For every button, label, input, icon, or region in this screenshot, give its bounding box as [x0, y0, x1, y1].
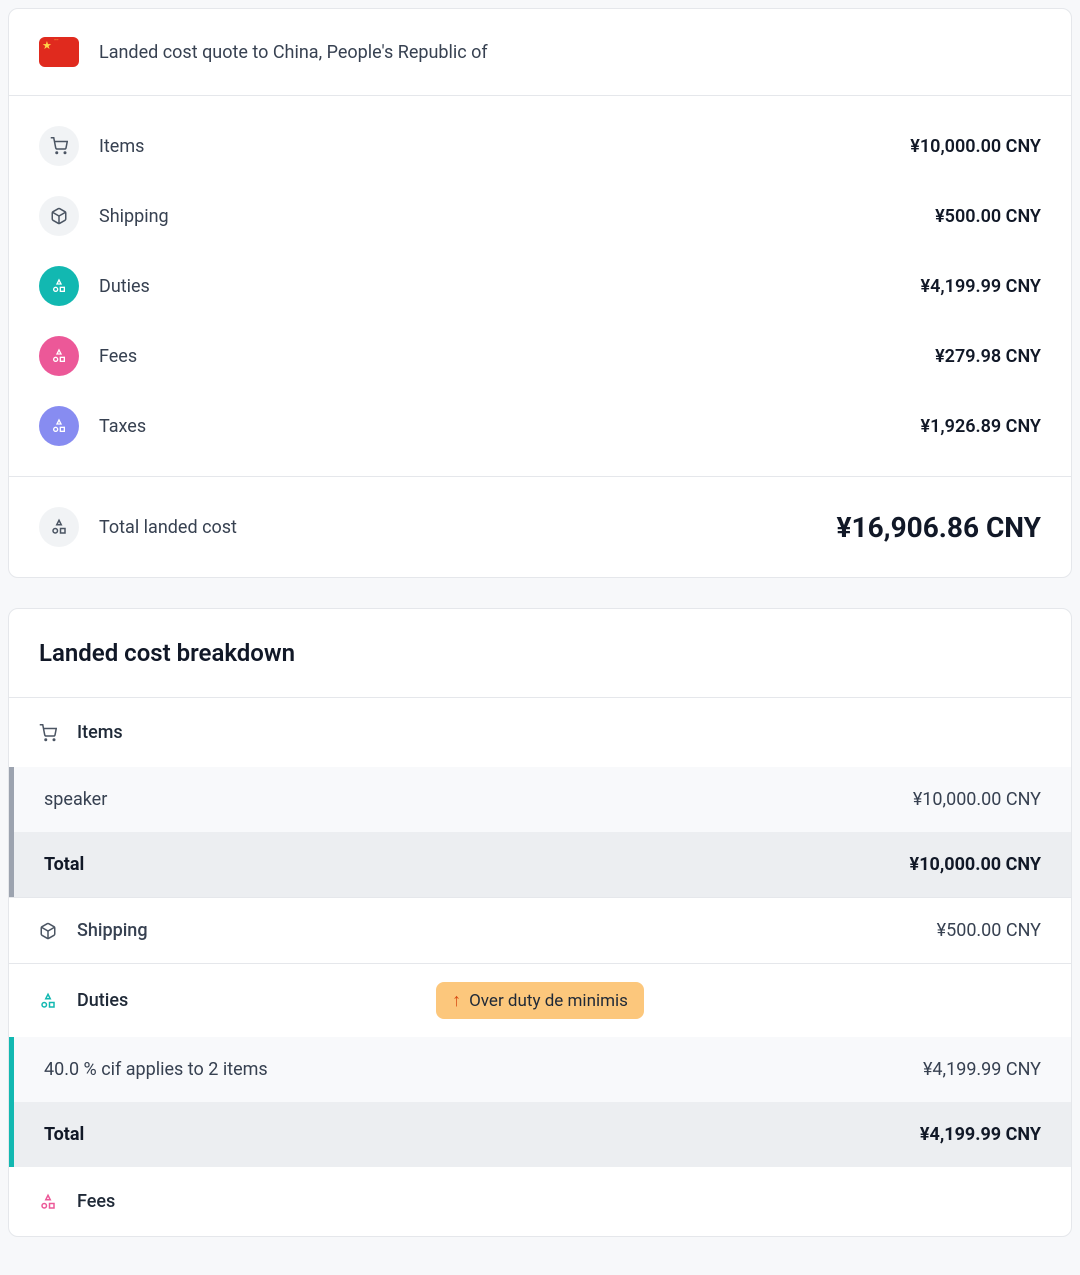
fees-value: ¥279.98 CNY	[935, 346, 1041, 367]
breakdown-shipping-label: Shipping	[77, 920, 917, 941]
shipping-value: ¥500.00 CNY	[935, 206, 1041, 227]
cart-icon	[39, 724, 57, 742]
de-minimis-badge: ↑ Over duty de minimis	[436, 982, 644, 1019]
shapes-icon	[39, 266, 79, 306]
items-total-value: ¥10,000.00 CNY	[910, 854, 1041, 875]
summary-row-duties: Duties ¥4,199.99 CNY	[9, 251, 1071, 321]
shapes-icon	[39, 992, 57, 1010]
shapes-icon	[39, 507, 79, 547]
shapes-icon	[39, 1193, 57, 1211]
breakdown-item-row: speaker ¥10,000.00 CNY	[9, 767, 1071, 832]
fees-label: Fees	[99, 346, 915, 367]
breakdown-duties-head: Duties ↑ Over duty de minimis	[9, 964, 1071, 1037]
shapes-icon	[39, 406, 79, 446]
breakdown-items-head: Items	[9, 698, 1071, 767]
breakdown-shipping-value: ¥500.00 CNY	[937, 920, 1041, 941]
duties-total-value: ¥4,199.99 CNY	[920, 1124, 1041, 1145]
summary-card: Landed cost quote to China, People's Rep…	[8, 8, 1072, 578]
items-value: ¥10,000.00 CNY	[910, 136, 1041, 157]
breakdown-title: Landed cost breakdown	[39, 639, 1041, 667]
summary-row-shipping: Shipping ¥500.00 CNY	[9, 181, 1071, 251]
item-value: ¥10,000.00 CNY	[913, 789, 1041, 810]
package-icon	[39, 922, 57, 940]
breakdown-header: Landed cost breakdown	[9, 609, 1071, 698]
breakdown-fees-label: Fees	[77, 1191, 115, 1212]
summary-title: Landed cost quote to China, People's Rep…	[99, 42, 488, 63]
summary-header: Landed cost quote to China, People's Rep…	[9, 9, 1071, 96]
duties-total-label: Total	[44, 1124, 920, 1145]
summary-row-taxes: Taxes ¥1,926.89 CNY	[9, 391, 1071, 476]
badge-text: Over duty de minimis	[469, 991, 628, 1011]
breakdown-fees-head: Fees	[9, 1167, 1071, 1236]
items-total-label: Total	[44, 854, 910, 875]
items-label: Items	[99, 136, 890, 157]
breakdown-duties-label: Duties	[77, 990, 128, 1011]
duties-value: ¥4,199.99 CNY	[921, 276, 1041, 297]
shipping-label: Shipping	[99, 206, 915, 227]
arrow-up-icon: ↑	[452, 990, 461, 1011]
breakdown-duty-line: 40.0 % cif applies to 2 items ¥4,199.99 …	[9, 1037, 1071, 1102]
package-icon	[39, 196, 79, 236]
summary-total: Total landed cost ¥16,906.86 CNY	[9, 476, 1071, 577]
breakdown-duties-total: Total ¥4,199.99 CNY	[9, 1102, 1071, 1167]
taxes-value: ¥1,926.89 CNY	[921, 416, 1041, 437]
breakdown-items-label: Items	[77, 722, 123, 743]
duty-line-label: 40.0 % cif applies to 2 items	[44, 1059, 923, 1080]
duty-line-value: ¥4,199.99 CNY	[923, 1059, 1041, 1080]
summary-row-items: Items ¥10,000.00 CNY	[9, 96, 1071, 181]
item-name: speaker	[44, 789, 913, 810]
summary-rows: Items ¥10,000.00 CNY Shipping ¥500.00 CN…	[9, 96, 1071, 476]
total-label: Total landed cost	[99, 517, 817, 538]
total-value: ¥16,906.86 CNY	[837, 511, 1041, 544]
summary-row-fees: Fees ¥279.98 CNY	[9, 321, 1071, 391]
cart-icon	[39, 126, 79, 166]
taxes-label: Taxes	[99, 416, 901, 437]
breakdown-card: Landed cost breakdown Items speaker ¥10,…	[8, 608, 1072, 1237]
shapes-icon	[39, 336, 79, 376]
breakdown-shipping-row: Shipping ¥500.00 CNY	[9, 897, 1071, 964]
duties-label: Duties	[99, 276, 901, 297]
breakdown-items-total: Total ¥10,000.00 CNY	[9, 832, 1071, 897]
china-flag-icon	[39, 37, 79, 67]
